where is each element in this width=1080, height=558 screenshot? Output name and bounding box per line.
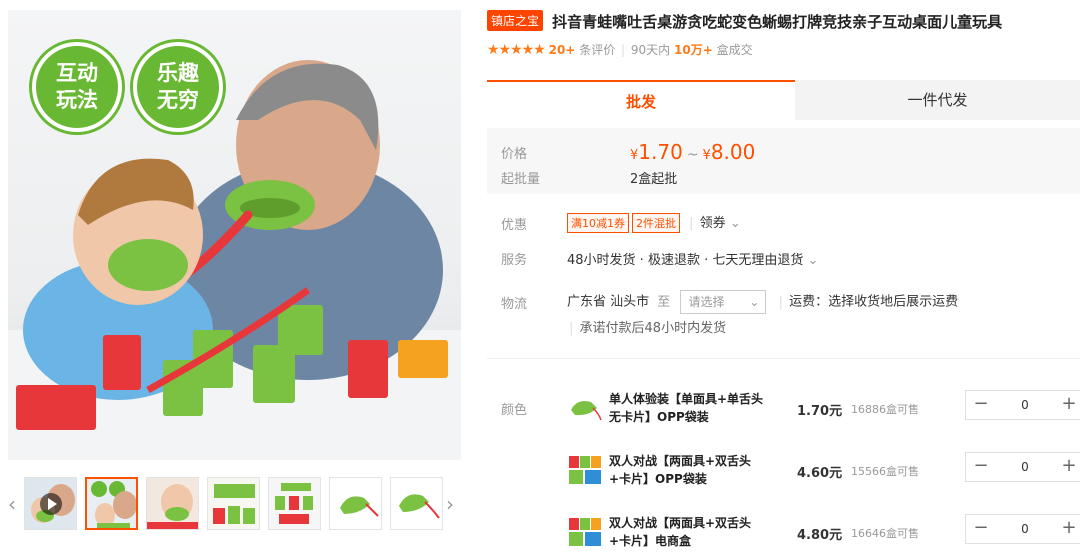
origin-location: 广东省 汕头市 xyxy=(567,294,650,310)
thumbnail-2[interactable] xyxy=(146,477,199,530)
destination-placeholder: 请选择 xyxy=(688,295,725,309)
divider xyxy=(487,358,1080,359)
chevron-down-icon: ⌄ xyxy=(729,216,741,231)
sku-row: 双人对战【两面具+双舌头+卡片】OPP袋装 4.60元 15566盒可售 − 0… xyxy=(567,446,1080,496)
main-product-image[interactable]: 互动 玩法 乐趣 无穷 xyxy=(8,10,461,460)
service-row[interactable]: 48小时发货 · 极速退款 · 七天无理由退货 ⌄ xyxy=(567,249,818,268)
quantity-stepper: − 0 + xyxy=(965,514,1080,544)
thumbnail-video[interactable] xyxy=(24,477,77,530)
promo-label: 优惠 xyxy=(501,218,528,233)
chevron-down-icon: ⌄ xyxy=(749,295,760,309)
promo-row: 满10减1券 2件混批 | 领券 ⌄ xyxy=(567,212,741,233)
product-info: 镇店之宝 抖音青蛙嘴吐舌桌游贪吃蛇变色蜥蜴打牌竞技亲子互动桌面儿童玩具 ★★★★… xyxy=(487,0,1080,558)
sku-thumbnail xyxy=(569,518,601,546)
sku-name: 双人对战【两面具+双舌头+卡片】电商盒 xyxy=(609,516,752,548)
sku-name: 单人体验装【单面具+单舌头无卡片】OPP袋装 xyxy=(609,392,764,424)
get-coupon-link[interactable]: 领券 ⌄ xyxy=(700,216,741,231)
price-range: ¥1.70 ~ ¥8.00 xyxy=(630,140,755,164)
shop-tag: 镇店之宝 xyxy=(487,10,544,31)
separator: | xyxy=(621,43,626,57)
to-label: 至 xyxy=(657,294,671,310)
rating-row: ★★★★★ 20+ 条评价 | 90天内 10万+ 盒成交 xyxy=(487,41,753,58)
purchase-tabs: 批发 一件代发 xyxy=(487,80,1080,120)
separator: | xyxy=(778,294,783,310)
quantity-input[interactable]: 0 xyxy=(996,391,1054,419)
arrow-left-icon[interactable]: ‹ xyxy=(8,492,16,516)
quantity-input[interactable]: 0 xyxy=(996,515,1054,543)
logistics-label: 物流 xyxy=(501,297,528,312)
thumbnail-1[interactable] xyxy=(85,477,138,530)
feature-badge-fun: 乐趣 无穷 xyxy=(133,42,223,132)
tab-dropship[interactable]: 一件代发 xyxy=(795,80,1080,120)
price-tilde: ~ xyxy=(686,147,699,163)
sku-stock: 16886盒可售 xyxy=(851,403,919,416)
price-label: 价格 xyxy=(501,147,528,162)
price-max: 8.00 xyxy=(710,140,756,164)
minus-icon[interactable]: − xyxy=(966,391,996,419)
destination-select[interactable]: 请选择 ⌄ xyxy=(680,290,767,314)
chevron-down-icon: ⌄ xyxy=(807,253,819,268)
reviews-count[interactable]: 20+ xyxy=(549,43,576,57)
play-icon xyxy=(40,493,62,515)
sku-row: 双人对战【两面具+双舌头+卡片】电商盒 4.80元 16646盒可售 − 0 + xyxy=(567,508,1080,558)
sku-stock: 15566盒可售 xyxy=(851,465,919,478)
service-label: 服务 xyxy=(501,253,528,268)
separator: | xyxy=(569,321,574,336)
sku-price: 1.70元 xyxy=(797,404,843,419)
sku-stock: 16646盒可售 xyxy=(851,527,919,540)
thumbnail-5[interactable] xyxy=(329,477,382,530)
sku-name: 双人对战【两面具+双舌头+卡片】OPP袋装 xyxy=(609,454,752,486)
sold-period: 90天内 xyxy=(630,43,671,57)
sku-row: 单人体验装【单面具+单舌头无卡片】OPP袋装 1.70元 16886盒可售 − … xyxy=(567,384,1080,434)
currency-symbol: ¥ xyxy=(702,148,711,163)
sold-unit: 盒成交 xyxy=(716,43,753,57)
thumbnail-6[interactable] xyxy=(390,477,443,530)
shipping-note-row: | 承诺付款后48小时内发货 xyxy=(567,317,726,336)
quantity-stepper: − 0 + xyxy=(965,452,1080,482)
title-row: 镇店之宝 抖音青蛙嘴吐舌桌游贪吃蛇变色蜥蜴打牌竞技亲子互动桌面儿童玩具 xyxy=(487,10,1002,32)
logistics-row: 广东省 汕头市 至 请选择 ⌄ | 运费：选择收货地后展示运费 xyxy=(567,290,958,314)
product-title: 抖音青蛙嘴吐舌桌游贪吃蛇变色蜥蜴打牌竞技亲子互动桌面儿童玩具 xyxy=(552,13,1003,31)
shipping-fee: 运费：选择收货地后展示运费 xyxy=(789,294,959,310)
product-gallery: 互动 玩法 乐趣 无穷 ‹ › xyxy=(0,0,470,558)
tab-wholesale[interactable]: 批发 xyxy=(487,80,795,120)
star-icon: ★★★★★ xyxy=(487,42,546,58)
sku-price: 4.80元 xyxy=(797,528,843,543)
plus-icon[interactable]: + xyxy=(1054,453,1080,481)
plus-icon[interactable]: + xyxy=(1054,391,1080,419)
moq-label: 起批量 xyxy=(501,172,541,187)
arrow-right-icon[interactable]: › xyxy=(446,492,454,516)
service-value: 48小时发货 · 极速退款 · 七天无理由退货 xyxy=(567,253,804,268)
thumbnail-4[interactable] xyxy=(268,477,321,530)
sku-thumbnail xyxy=(569,456,601,484)
reviews-label: 条评价 xyxy=(579,43,616,57)
thumbnail-3[interactable] xyxy=(207,477,260,530)
sku-price: 4.60元 xyxy=(797,466,843,481)
moq-value: 2盒起批 xyxy=(630,172,678,187)
plus-icon[interactable]: + xyxy=(1054,515,1080,543)
price-box: 价格 ¥1.70 ~ ¥8.00 起批量 2盒起批 xyxy=(487,128,1080,194)
minus-icon[interactable]: − xyxy=(966,453,996,481)
price-min: 1.70 xyxy=(638,140,683,164)
mix-batch-tag[interactable]: 2件混批 xyxy=(632,213,680,233)
sku-thumbnail xyxy=(571,401,602,421)
quantity-input[interactable]: 0 xyxy=(996,453,1054,481)
separator: | xyxy=(689,216,694,231)
sold-count: 10万+ xyxy=(674,43,713,57)
minus-icon[interactable]: − xyxy=(966,515,996,543)
quantity-stepper: − 0 + xyxy=(965,390,1080,420)
feature-badge-interactive: 互动 玩法 xyxy=(32,42,122,132)
coupon-tag[interactable]: 满10减1券 xyxy=(567,213,629,233)
thumbnail-strip: ‹ › xyxy=(8,474,461,532)
sku-label: 颜色 xyxy=(501,403,528,418)
shipping-note: 承诺付款后48小时内发货 xyxy=(579,321,727,336)
